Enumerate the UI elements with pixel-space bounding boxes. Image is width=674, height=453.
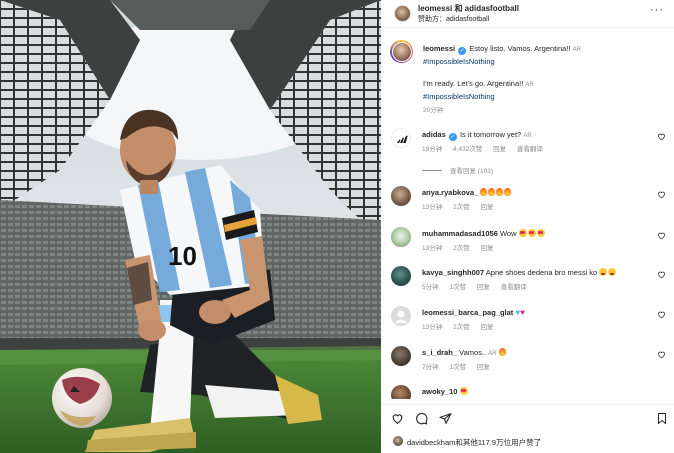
comment-username[interactable]: awoky_10 <box>422 387 457 396</box>
commenter-avatar[interactable] <box>391 186 411 206</box>
fire-emoji <box>480 188 512 197</box>
action-bar <box>381 404 674 430</box>
comment-likes[interactable]: 2次赞 <box>453 245 470 252</box>
post-side-panel: leomessi 和 adidasfootball 赞助方：adidasfoot… <box>381 0 674 453</box>
sponsor-label[interactable]: 赞助方：adidasfootball <box>418 14 489 24</box>
comment-time: 18分钟 <box>422 146 443 153</box>
see-translation-button[interactable]: 查看翻译 <box>501 284 527 291</box>
caption-text: Estoy listo. Vamos. Argentina!! <box>469 44 571 53</box>
caption-translation: I'm ready. Let's go. Argentina!! <box>423 79 524 88</box>
comment-time: 13分钟 <box>422 245 443 252</box>
instagram-post-view: 10 leomessi 和 adidasfootball 赞助方：adidasf… <box>0 0 674 453</box>
comment-likes[interactable]: 4,432次赞 <box>453 146 482 153</box>
comment-username[interactable]: muhammadasad1056 <box>422 229 498 238</box>
author-avatar[interactable] <box>394 5 411 22</box>
reply-button[interactable]: 回复 <box>480 245 493 252</box>
commenter-avatar[interactable] <box>391 306 411 326</box>
post-header: leomessi 和 adidasfootball 赞助方：adidasfoot… <box>381 0 674 28</box>
heart-emoji: ♥♥ <box>515 308 525 317</box>
svg-text:10: 10 <box>168 241 197 271</box>
comment-text: Is it tomorrow yet? <box>459 130 522 139</box>
comment-time: 13分钟 <box>422 324 443 331</box>
ar-badge: AR <box>572 47 581 53</box>
comment-likes[interactable]: 2次赞 <box>453 324 470 331</box>
comments-scroll-area[interactable]: leomessi ✓ Estoy listo. Vamos. Argentina… <box>381 29 674 399</box>
laughing-emoji <box>599 268 617 277</box>
caption-hashtag[interactable]: #ImpossibleIsNothing <box>423 56 663 67</box>
comment-username[interactable]: kavya_singhh007 <box>422 268 484 277</box>
liker-avatar[interactable] <box>393 436 403 446</box>
post-authors[interactable]: leomessi 和 adidasfootball <box>418 3 519 14</box>
verified-icon: ✓ <box>458 47 467 55</box>
heart-eyes-emoji <box>518 229 546 238</box>
more-icon[interactable]: ··· <box>650 4 664 16</box>
commenter-avatar[interactable] <box>391 266 411 286</box>
comment-likes[interactable]: 2次赞 <box>453 204 470 211</box>
heart-icon[interactable] <box>657 132 666 141</box>
ar-badge-translation: AR <box>525 82 534 88</box>
comment-icon[interactable] <box>415 412 428 425</box>
reply-button[interactable]: 回复 <box>480 204 493 211</box>
reply-button[interactable]: 回复 <box>480 324 493 331</box>
heart-icon[interactable] <box>657 190 666 199</box>
caption-time: 20分钟 <box>423 107 444 114</box>
comment-time: 5分钟 <box>422 284 439 291</box>
comment-time: 13分钟 <box>422 204 443 211</box>
comment-text: Apne shoes dedena bro messi ko <box>485 268 598 277</box>
see-translation-button[interactable]: 查看翻译 <box>517 146 543 153</box>
share-icon[interactable] <box>439 412 452 425</box>
liked-by-row[interactable]: davidbeckham和其他117.9万位用户赞了 <box>381 432 674 452</box>
comment-text: Vamos.. <box>459 348 487 357</box>
caption-username[interactable]: leomessi <box>423 44 455 53</box>
translation-hashtag[interactable]: #ImpossibleIsNothing <box>423 91 663 102</box>
ar-badge: AR <box>488 351 497 357</box>
verified-icon: ✓ <box>448 133 457 141</box>
commenter-avatar[interactable] <box>391 346 411 366</box>
comment-username[interactable]: adidas <box>422 130 446 139</box>
ar-badge: AR <box>523 133 532 139</box>
post-caption: leomessi ✓ Estoy listo. Vamos. Argentina… <box>423 43 663 116</box>
reply-button[interactable]: 回复 <box>477 284 490 291</box>
messi-stadium-image: 10 <box>0 0 381 453</box>
heart-icon[interactable] <box>391 412 404 425</box>
comment-text: Wow <box>499 229 517 238</box>
commenter-avatar[interactable] <box>391 385 411 399</box>
comment-username[interactable]: s_i_drah_ <box>422 348 457 357</box>
heart-icon[interactable] <box>657 350 666 359</box>
comment-username[interactable]: anya.ryabkova_ <box>422 188 478 197</box>
post-photo[interactable]: 10 <box>0 0 381 453</box>
comment-likes[interactable]: 1次赞 <box>449 364 466 371</box>
commenter-avatar[interactable] <box>391 227 411 247</box>
caption-avatar[interactable] <box>390 40 413 63</box>
comment-time: 7分钟 <box>422 364 439 371</box>
adidas-logo-icon[interactable] <box>391 128 411 148</box>
heart-icon[interactable] <box>657 270 666 279</box>
comment-likes[interactable]: 1次赞 <box>449 284 466 291</box>
heart-eyes-emoji <box>459 387 469 396</box>
reply-button[interactable]: 回复 <box>477 364 490 371</box>
heart-icon[interactable] <box>657 310 666 319</box>
fire-emoji <box>498 348 507 357</box>
liked-by-text[interactable]: davidbeckham和其他117.9万位用户赞了 <box>407 437 541 448</box>
bookmark-icon[interactable] <box>656 412 668 425</box>
view-replies-button[interactable]: 查看回复 (103) <box>422 165 493 175</box>
heart-icon[interactable] <box>657 231 666 240</box>
comment-username[interactable]: leomessi_barca_pag_glat <box>422 308 513 317</box>
reply-button[interactable]: 回复 <box>493 146 506 153</box>
